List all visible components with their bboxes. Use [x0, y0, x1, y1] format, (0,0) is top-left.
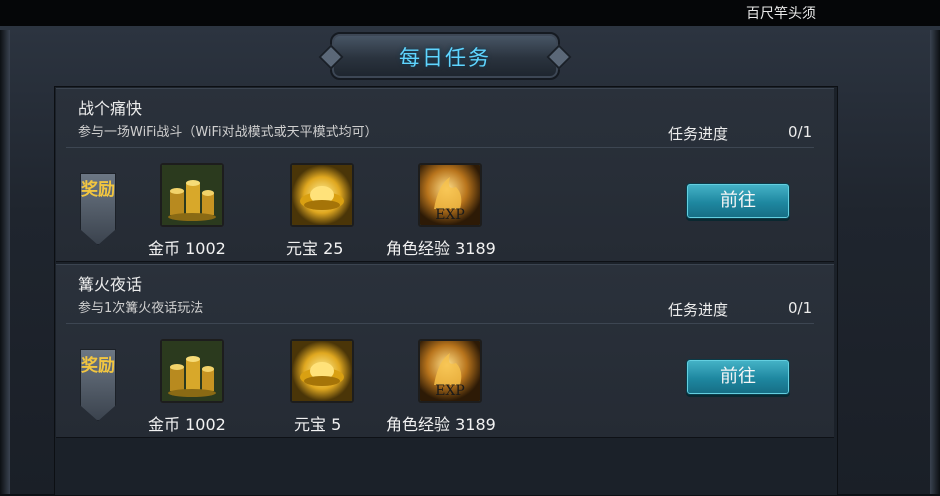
- exp-icon: EXP: [418, 163, 482, 227]
- reward-tag: 奖励: [80, 349, 116, 421]
- task-name: 战个痛快: [78, 99, 143, 118]
- progress-value: 0/1: [788, 299, 813, 317]
- go-button[interactable]: 前往: [686, 359, 790, 395]
- frame-left-edge: [0, 30, 10, 494]
- title-plate: 每日任务: [330, 32, 560, 80]
- yuanbao-icon: [290, 339, 354, 403]
- reward-tag-label: 奖励: [81, 180, 115, 200]
- exp-icon-text: EXP: [435, 207, 465, 223]
- progress-label: 任务进度: [668, 125, 729, 143]
- progress-label: 任务进度: [668, 301, 729, 319]
- reward-label: 金币 1002: [148, 415, 226, 434]
- task-description: 参与一场WiFi战斗（WiFi对战模式或天平模式均可）: [78, 125, 378, 140]
- top-ticker-text: 百尺竿头须: [746, 6, 816, 22]
- reward-label: 元宝 5: [294, 415, 342, 434]
- reward-label: 金币 1002: [148, 239, 226, 258]
- reward-tag: 奖励: [80, 173, 116, 245]
- progress-value: 0/1: [788, 123, 813, 141]
- gold-coins-icon: [160, 339, 224, 403]
- task-name: 篝火夜话: [78, 275, 143, 294]
- go-button[interactable]: 前往: [686, 183, 790, 219]
- reward-label: 角色经验 3189: [386, 415, 496, 434]
- reward-label: 元宝 25: [286, 239, 344, 258]
- task-description: 参与1次篝火夜话玩法: [78, 301, 204, 316]
- exp-icon-text: EXP: [435, 383, 465, 399]
- top-status-bar: 百尺竿头须: [0, 0, 940, 26]
- page-title: 每日任务: [399, 46, 491, 70]
- frame-right-edge: [930, 30, 940, 494]
- exp-icon: EXP: [418, 339, 482, 403]
- task-row: 篝火夜话 参与1次篝火夜话玩法 任务进度 0/1 奖励 金币 1002 元宝 5…: [56, 264, 834, 438]
- reward-label: 角色经验 3189: [386, 239, 496, 258]
- row-divider: [66, 147, 814, 148]
- yuanbao-icon: [290, 163, 354, 227]
- task-row: 战个痛快 参与一场WiFi战斗（WiFi对战模式或天平模式均可） 任务进度 0/…: [56, 88, 834, 262]
- reward-tag-label: 奖励: [81, 356, 115, 376]
- row-divider: [66, 323, 814, 324]
- gold-coins-icon: [160, 163, 224, 227]
